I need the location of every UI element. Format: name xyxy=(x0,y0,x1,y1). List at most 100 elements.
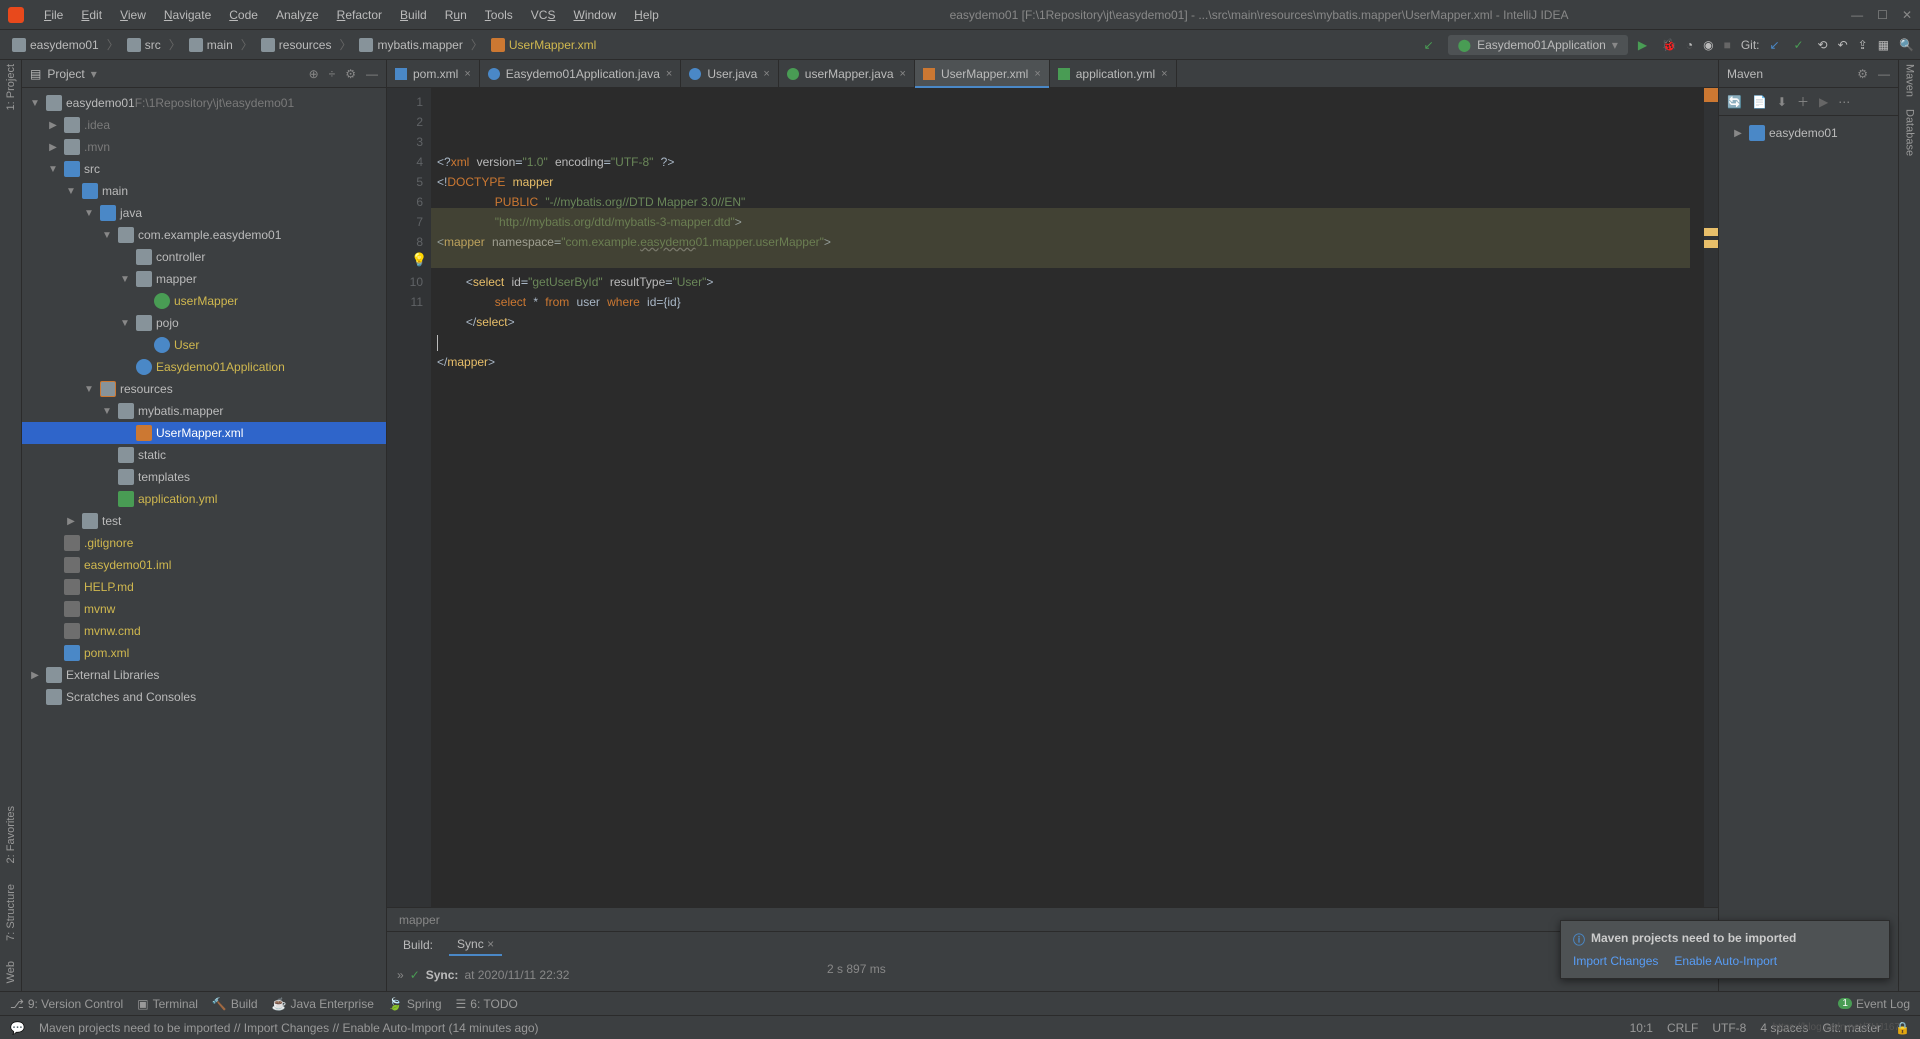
menu-refactor[interactable]: Refactor xyxy=(329,4,390,26)
tab-java-ee[interactable]: ☕ Java Enterprise xyxy=(272,997,374,1011)
close-tab-icon[interactable]: × xyxy=(1161,68,1167,80)
editor-tab[interactable]: userMapper.java× xyxy=(779,60,915,87)
tree-item[interactable]: ▶.mvn xyxy=(22,136,386,158)
profile-icon[interactable]: ◉ xyxy=(1703,38,1713,52)
tree-item[interactable]: application.yml xyxy=(22,488,386,510)
editor-tab[interactable]: application.yml× xyxy=(1050,60,1177,87)
maven-download-icon[interactable]: ⬇ xyxy=(1777,95,1787,109)
tool-database[interactable]: Database xyxy=(1904,109,1916,156)
menu-navigate[interactable]: Navigate xyxy=(156,4,219,26)
tree-item[interactable]: easydemo01.iml xyxy=(22,554,386,576)
close-tab-icon[interactable]: × xyxy=(666,68,672,80)
tree-item[interactable]: UserMapper.xml xyxy=(22,422,386,444)
run-icon[interactable]: ▶ xyxy=(1638,38,1652,52)
tree-item[interactable]: ▼main xyxy=(22,180,386,202)
event-log[interactable]: 1 Event Log xyxy=(1838,997,1910,1011)
bc-root[interactable]: easydemo01 xyxy=(6,36,105,54)
maven-more-icon[interactable]: ⋯ xyxy=(1838,95,1850,109)
tree-item[interactable]: ▼mybatis.mapper xyxy=(22,400,386,422)
editor-tab[interactable]: UserMapper.xml× xyxy=(915,60,1050,87)
close-tab-icon[interactable]: × xyxy=(763,68,769,80)
menu-build[interactable]: Build xyxy=(392,4,435,26)
coverage-icon[interactable]: ◔ xyxy=(1686,38,1693,52)
tree-item[interactable]: ▼easydemo01 F:\1Repository\jt\easydemo01 xyxy=(22,92,386,114)
tree-item[interactable]: mvnw xyxy=(22,598,386,620)
menu-help[interactable]: Help xyxy=(626,4,667,26)
menu-analyze[interactable]: Analyze xyxy=(268,4,327,26)
tree-item[interactable]: ▼java xyxy=(22,202,386,224)
tree-item[interactable]: ▼mapper xyxy=(22,268,386,290)
maximize-icon[interactable]: ☐ xyxy=(1877,8,1888,22)
encoding[interactable]: UTF-8 xyxy=(1712,1021,1746,1035)
tree-item[interactable]: templates xyxy=(22,466,386,488)
close-tab-icon[interactable]: × xyxy=(1034,68,1040,80)
git-history-icon[interactable]: ⟲ xyxy=(1818,38,1828,52)
editor-tab[interactable]: pom.xml× xyxy=(387,60,480,87)
stop-icon[interactable]: ■ xyxy=(1724,38,1731,52)
editor-crumb-bar[interactable]: mapper xyxy=(387,907,1718,931)
tree-item[interactable]: mvnw.cmd xyxy=(22,620,386,642)
tool-project[interactable]: 1: Project xyxy=(5,64,17,110)
tab-vcs[interactable]: ⎇ 9: Version Control xyxy=(10,997,123,1011)
tree-item[interactable]: ▶.idea xyxy=(22,114,386,136)
editor-tab[interactable]: User.java× xyxy=(681,60,778,87)
tree-item[interactable]: ▼com.example.easydemo01 xyxy=(22,224,386,246)
maven-hide-icon[interactable]: — xyxy=(1878,67,1890,81)
tree-item[interactable]: HELP.md xyxy=(22,576,386,598)
tree-item[interactable]: Scratches and Consoles xyxy=(22,686,386,708)
bc-mapper[interactable]: mybatis.mapper xyxy=(353,36,468,54)
tree-item[interactable]: ▶test xyxy=(22,510,386,532)
tab-terminal[interactable]: ▣ Terminal xyxy=(137,997,198,1011)
tree-item[interactable]: User xyxy=(22,334,386,356)
notif-import-changes[interactable]: Import Changes xyxy=(1573,954,1658,968)
maven-add-icon[interactable]: ＋ xyxy=(1797,93,1809,110)
git-push-icon[interactable]: ⇪ xyxy=(1858,38,1868,52)
menu-code[interactable]: Code xyxy=(221,4,266,26)
tree-item[interactable]: ▼resources xyxy=(22,378,386,400)
marker-highlight[interactable] xyxy=(1704,240,1718,248)
line-sep[interactable]: CRLF xyxy=(1667,1021,1698,1035)
menu-edit[interactable]: Edit xyxy=(73,4,110,26)
tool-maven[interactable]: Maven xyxy=(1904,64,1916,97)
notif-enable-auto[interactable]: Enable Auto-Import xyxy=(1674,954,1777,968)
bc-main[interactable]: main xyxy=(183,36,239,54)
tree-item[interactable]: userMapper xyxy=(22,290,386,312)
menu-run[interactable]: Run xyxy=(437,4,475,26)
tree-item[interactable]: ▼pojo xyxy=(22,312,386,334)
close-tab-icon[interactable]: × xyxy=(900,68,906,80)
tree-item[interactable]: Easydemo01Application xyxy=(22,356,386,378)
tree-item[interactable]: .gitignore xyxy=(22,532,386,554)
menu-file[interactable]: File xyxy=(36,4,71,26)
tab-build[interactable]: 🔨 Build xyxy=(212,997,258,1011)
tab-todo[interactable]: ☰ 6: TODO xyxy=(456,997,518,1011)
marker-highlight[interactable] xyxy=(1704,228,1718,236)
git-update-icon[interactable]: ↙ xyxy=(1770,38,1784,52)
run-config-selector[interactable]: ⬤ Easydemo01Application ▾ xyxy=(1448,35,1628,55)
git-revert-icon[interactable]: ↶ xyxy=(1838,38,1848,52)
menu-tools[interactable]: Tools xyxy=(477,4,521,26)
settings-icon[interactable]: ⚙ xyxy=(345,67,356,81)
maven-generate-icon[interactable]: 📄 xyxy=(1752,95,1767,109)
tree-item[interactable]: ▼src xyxy=(22,158,386,180)
caret-pos[interactable]: 10:1 xyxy=(1630,1021,1653,1035)
debug-icon[interactable]: 🐞 xyxy=(1662,38,1676,52)
bc-file[interactable]: UserMapper.xml xyxy=(485,36,602,54)
maven-settings-icon[interactable]: ⚙ xyxy=(1857,67,1868,81)
collapse-icon[interactable]: ÷ xyxy=(329,67,336,81)
locate-icon[interactable]: ⊕ xyxy=(309,67,319,81)
intention-bulb-icon[interactable]: 💡 xyxy=(411,250,427,270)
code-editor[interactable]: 💡 <?xml version="1.0" encoding="UTF-8" ?… xyxy=(431,88,1704,907)
inspection-warn-icon[interactable] xyxy=(1704,88,1718,102)
minimize-icon[interactable]: — xyxy=(1851,8,1863,22)
menu-vcs[interactable]: VCS xyxy=(523,4,564,26)
bc-src[interactable]: src xyxy=(121,36,167,54)
editor-marker-strip[interactable] xyxy=(1704,88,1718,907)
status-popup-icon[interactable]: 💬 xyxy=(10,1021,25,1035)
tree-item[interactable]: static xyxy=(22,444,386,466)
editor-tab[interactable]: Easydemo01Application.java× xyxy=(480,60,682,87)
hide-panel-icon[interactable]: — xyxy=(366,67,378,81)
maven-reimport-icon[interactable]: 🔄 xyxy=(1727,95,1742,109)
search-everywhere-icon[interactable]: 🔍 xyxy=(1899,38,1914,52)
bc-resources[interactable]: resources xyxy=(255,36,338,54)
tool-favorites[interactable]: 2: Favorites xyxy=(5,806,17,863)
